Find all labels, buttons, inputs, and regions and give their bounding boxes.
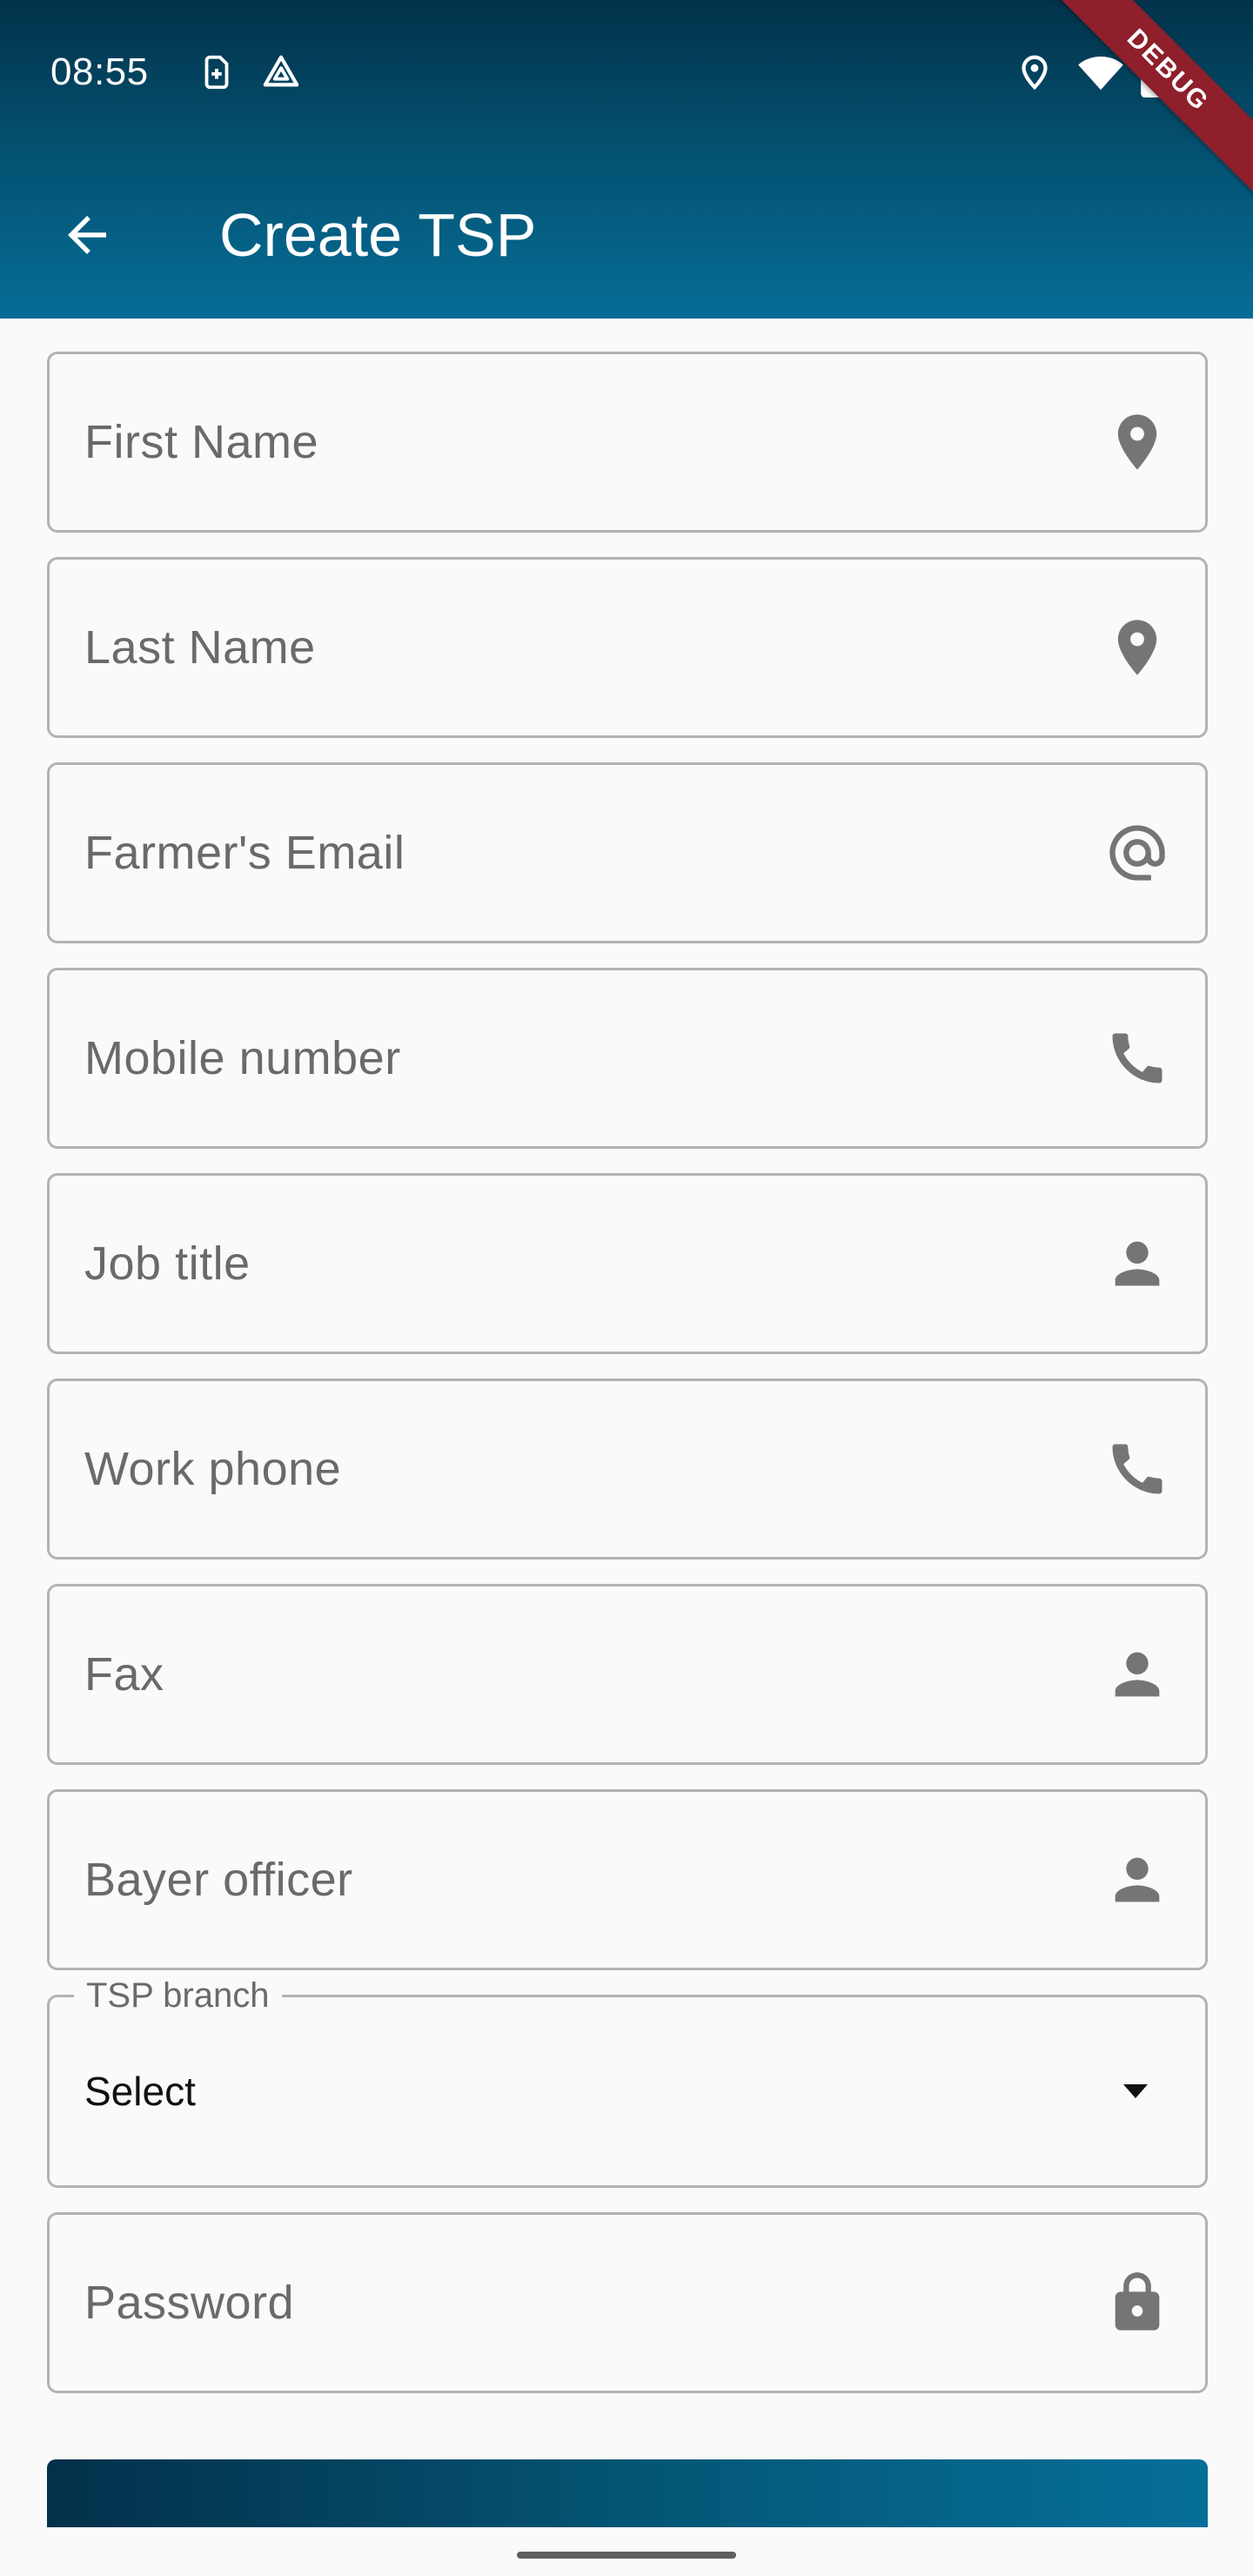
farmer-email-placeholder: Farmer's Email xyxy=(84,827,405,879)
page-title: Create TSP xyxy=(219,201,537,269)
phone-icon xyxy=(1104,1436,1170,1502)
dropdown-arrow-icon xyxy=(1115,2070,1156,2112)
tsp-branch-selected-value: Select xyxy=(84,2069,196,2114)
location-pin-icon xyxy=(1104,614,1170,681)
status-time: 08:55 xyxy=(50,50,149,93)
work-phone-field[interactable]: Work phone xyxy=(47,1379,1208,1560)
create-tsp-screen: 08:55 Create TSP DEBUG First Name Last N… xyxy=(0,0,1253,2576)
last-name-placeholder: Last Name xyxy=(84,621,316,674)
arrow-back-icon xyxy=(68,216,106,254)
job-title-field[interactable]: Job title xyxy=(47,1173,1208,1354)
last-name-field[interactable]: Last Name xyxy=(47,557,1208,738)
home-gesture-handle[interactable] xyxy=(517,2552,736,2559)
password-field[interactable]: Password xyxy=(47,2212,1208,2393)
bayer-officer-placeholder: Bayer officer xyxy=(84,1854,353,1906)
bayer-officer-field[interactable]: Bayer officer xyxy=(47,1789,1208,1970)
tsp-branch-dropdown[interactable]: TSP branch Select xyxy=(47,1976,1208,2188)
mobile-number-field[interactable]: Mobile number xyxy=(47,968,1208,1149)
fax-placeholder: Fax xyxy=(84,1648,164,1701)
location-icon xyxy=(1015,52,1055,92)
mobile-number-placeholder: Mobile number xyxy=(84,1032,401,1084)
first-name-placeholder: First Name xyxy=(84,416,319,468)
person-icon xyxy=(1104,1641,1170,1707)
sim-card-icon xyxy=(197,52,237,92)
status-bar: 08:55 xyxy=(0,0,1253,148)
lock-icon xyxy=(1104,2270,1170,2336)
location-pin-icon xyxy=(1104,409,1170,475)
drive-triangle-icon xyxy=(261,52,301,92)
job-title-placeholder: Job title xyxy=(84,1238,251,1290)
fax-field[interactable]: Fax xyxy=(47,1584,1208,1765)
person-icon xyxy=(1104,1231,1170,1297)
farmer-email-field[interactable]: Farmer's Email xyxy=(47,762,1208,943)
person-icon xyxy=(1104,1847,1170,1913)
at-sign-icon xyxy=(1104,820,1170,886)
gesture-nav-area xyxy=(0,2527,1253,2576)
app-header: 08:55 Create TSP DEBUG xyxy=(0,0,1253,319)
back-button[interactable] xyxy=(50,198,124,272)
phone-icon xyxy=(1104,1025,1170,1091)
create-tsp-form: First Name Last Name Farmer's Email Mobi… xyxy=(47,352,1208,2418)
first-name-field[interactable]: First Name xyxy=(47,352,1208,533)
app-bar: Create TSP xyxy=(0,165,1253,305)
password-placeholder: Password xyxy=(84,2277,295,2329)
work-phone-placeholder: Work phone xyxy=(84,1443,342,1495)
